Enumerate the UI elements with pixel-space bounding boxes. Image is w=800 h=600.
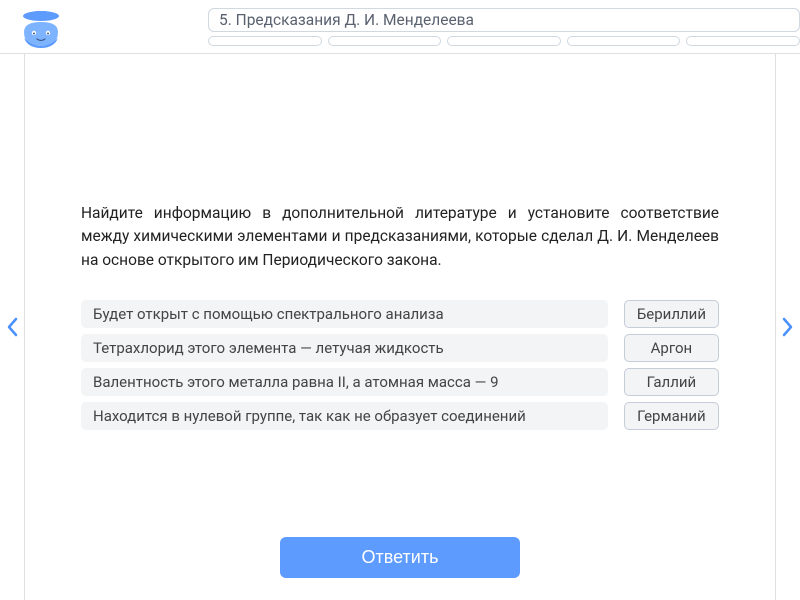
next-button[interactable] [776,54,800,600]
prev-button[interactable] [0,54,24,600]
chevron-left-icon [6,317,18,337]
progress-segment [567,36,681,46]
option-item[interactable]: Галлий [624,368,719,396]
option-item[interactable]: Аргон [624,334,719,362]
progress-bar [208,36,800,46]
content: Найдите информацию в дополнительной лите… [24,54,776,600]
prompt-item[interactable]: Находится в нулевой группе, так как не о… [81,402,608,430]
footer: Ответить [37,521,763,600]
progress-segment [208,36,322,46]
prompts-column: Будет открыт с помощью спектрального ана… [81,300,608,430]
main: Найдите информацию в дополнительной лите… [0,54,800,600]
options-column: Бериллий Аргон Галлий Германий [624,300,719,430]
content-inner: Найдите информацию в дополнительной лите… [37,54,763,521]
app-logo[interactable] [14,6,68,50]
question-text: Найдите информацию в дополнительной лите… [81,202,719,272]
option-item[interactable]: Бериллий [624,300,719,328]
answer-button[interactable]: Ответить [280,537,520,578]
chevron-right-icon [782,317,794,337]
progress-segment [686,36,800,46]
lesson-title: 5. Предсказания Д. И. Менделеева [208,8,800,32]
prompt-item[interactable]: Тетрахлорид этого элемента — летучая жид… [81,334,608,362]
header-right: 5. Предсказания Д. И. Менделеева [208,6,800,46]
header: 5. Предсказания Д. И. Менделеева [0,0,800,54]
matching-area: Будет открыт с помощью спектрального ана… [81,300,719,430]
option-item[interactable]: Германий [624,402,719,430]
progress-segment [447,36,561,46]
progress-segment [328,36,442,46]
prompt-item[interactable]: Валентность этого металла равна II, а ат… [81,368,608,396]
prompt-item[interactable]: Будет открыт с помощью спектрального ана… [81,300,608,328]
